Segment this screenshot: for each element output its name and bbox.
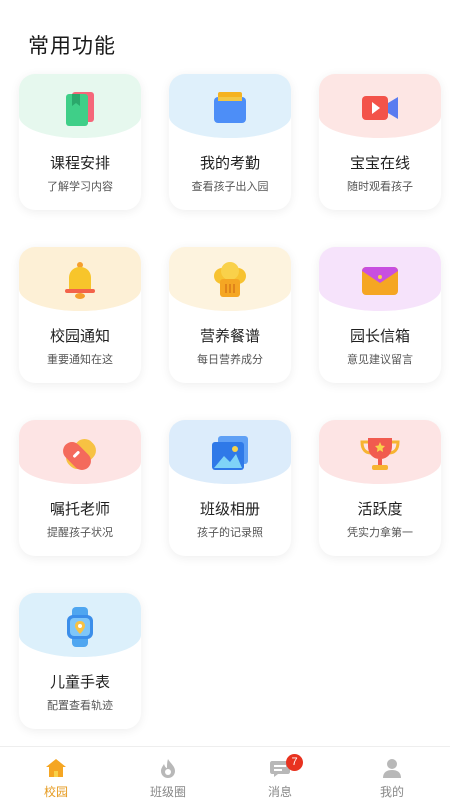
feature-title: 校园通知 (49, 328, 110, 345)
feature-card-attendance[interactable]: 我的考勤 查看孩子出入园 (169, 74, 291, 210)
feature-subtitle: 意见建议留言 (347, 354, 413, 366)
unread-badge: 7 (286, 754, 303, 771)
feature-subtitle: 配置查看轨迹 (47, 700, 113, 712)
tab-label: 校园 (43, 785, 68, 799)
feature-subtitle: 提醒孩子状况 (47, 527, 113, 539)
bottom-tab-bar: 校园 班级圈 7 消息 我的 (0, 746, 450, 801)
feature-title: 园长信箱 (349, 328, 410, 345)
tab-mine[interactable]: 我的 (336, 747, 448, 801)
feature-title: 活跃度 (357, 501, 403, 518)
feature-title: 班级相册 (199, 501, 260, 518)
feature-title: 宝宝在线 (349, 155, 410, 172)
tab-label: 消息 (267, 785, 292, 799)
feature-grid: 课程安排 了解学习内容 我的考勤 查看孩子出入园 宝宝在线 随时观看孩子 校园通… (0, 0, 450, 745)
tab-label: 我的 (379, 785, 404, 799)
feature-title: 嘱托老师 (49, 501, 110, 518)
chef-hat-icon (208, 259, 252, 303)
feature-subtitle: 了解学习内容 (47, 181, 113, 193)
feature-card-notice[interactable]: 校园通知 重要通知在这 (19, 247, 141, 383)
feature-title: 营养餐谱 (199, 328, 260, 345)
photo-album-icon (208, 432, 252, 476)
feature-card-watch[interactable]: 儿童手表 配置查看轨迹 (19, 593, 141, 729)
flame-icon (157, 757, 179, 779)
trophy-icon (358, 432, 402, 476)
feature-subtitle: 重要通知在这 (47, 354, 113, 366)
feature-card-album[interactable]: 班级相册 孩子的记录照 (169, 420, 291, 556)
feature-subtitle: 随时观看孩子 (347, 181, 413, 193)
feature-subtitle: 查看孩子出入园 (191, 181, 269, 193)
tab-label: 班级圈 (149, 785, 186, 799)
feature-title: 儿童手表 (49, 674, 110, 691)
feature-card-live[interactable]: 宝宝在线 随时观看孩子 (319, 74, 441, 210)
bell-icon (58, 259, 102, 303)
video-camera-icon (358, 86, 402, 130)
tab-class-circle[interactable]: 班级圈 (112, 747, 224, 801)
feature-subtitle: 每日营养成分 (197, 354, 263, 366)
folder-icon (208, 86, 252, 130)
tab-campus[interactable]: 校园 (0, 747, 112, 801)
bandage-icon (58, 432, 102, 476)
user-icon (381, 757, 403, 779)
smartwatch-icon (58, 605, 102, 649)
book-icon (58, 86, 102, 130)
envelope-icon (358, 259, 402, 303)
feature-card-course[interactable]: 课程安排 了解学习内容 (19, 74, 141, 210)
tab-messages[interactable]: 7 消息 (224, 747, 336, 801)
feature-card-mailbox[interactable]: 园长信箱 意见建议留言 (319, 247, 441, 383)
feature-title: 我的考勤 (199, 155, 260, 172)
feature-card-activity[interactable]: 活跃度 凭实力拿第一 (319, 420, 441, 556)
feature-subtitle: 孩子的记录照 (197, 527, 263, 539)
feature-subtitle: 凭实力拿第一 (347, 527, 413, 539)
feature-title: 课程安排 (49, 155, 110, 172)
feature-card-entrust[interactable]: 嘱托老师 提醒孩子状况 (19, 420, 141, 556)
home-icon (45, 757, 67, 779)
feature-card-menu[interactable]: 营养餐谱 每日营养成分 (169, 247, 291, 383)
